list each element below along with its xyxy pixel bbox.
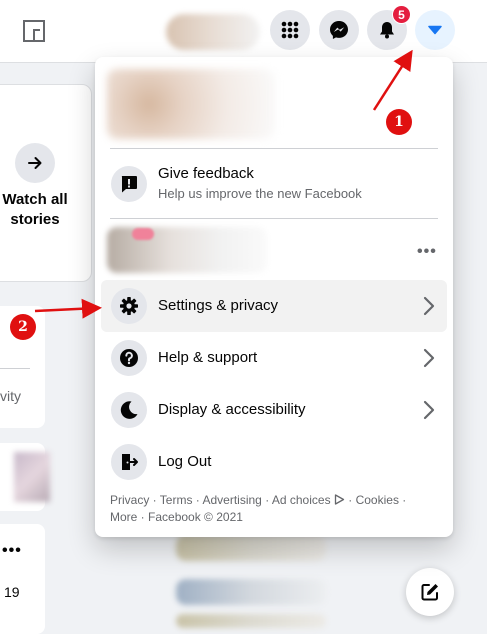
caret-down-icon <box>428 25 442 35</box>
display-accessibility-label: Display & accessibility <box>158 401 306 418</box>
settings-privacy-label: Settings & privacy <box>158 297 279 314</box>
contact-item-blurred[interactable] <box>176 535 326 561</box>
footer-link-terms[interactable]: Terms <box>160 493 193 507</box>
footer-link-ad-choices[interactable]: Ad choices <box>272 493 345 507</box>
compose-icon <box>421 584 438 601</box>
see-all-stories-button[interactable] <box>15 143 55 183</box>
footer-link-cookies[interactable]: Cookies <box>356 493 399 507</box>
give-feedback-subtitle: Help us improve the new Facebook <box>158 186 362 201</box>
account-options-icon[interactable]: ••• <box>417 243 437 261</box>
gear-icon-wrap <box>111 288 147 324</box>
menu-divider <box>110 148 438 149</box>
bell-icon <box>380 22 394 39</box>
contact-item-blurred[interactable] <box>176 614 326 628</box>
footer-copyright: Facebook © 2021 <box>148 510 243 524</box>
gear-icon <box>120 297 138 315</box>
footer-link-advertising[interactable]: Advertising <box>202 493 261 507</box>
profile-shortcut-blurred[interactable] <box>166 14 260 50</box>
footer-link-more[interactable]: More <box>110 510 137 524</box>
give-feedback-item[interactable] <box>101 154 447 216</box>
contact-item-blurred[interactable] <box>176 579 326 605</box>
chevron-right-icon <box>423 296 435 316</box>
log-out-label: Log Out <box>158 453 212 470</box>
footer-link-privacy[interactable]: Privacy <box>110 493 149 507</box>
account-dropdown-button[interactable] <box>415 10 455 50</box>
watch-all-stories-label[interactable]: Watch all stories <box>0 190 70 230</box>
log-out-item[interactable]: Log Out <box>101 436 447 488</box>
stories-card[interactable] <box>0 84 92 282</box>
top-navigation-bar: 5 <box>0 0 487 63</box>
activity-label-partial[interactable]: vity <box>0 388 21 404</box>
question-icon-wrap <box>111 340 147 376</box>
reaction-count: 19 <box>4 584 20 600</box>
annotation-step-1: 1 <box>386 109 412 135</box>
account-notification-badge-blurred <box>132 228 154 240</box>
ad-choices-icon <box>334 494 345 505</box>
post-card <box>0 524 45 634</box>
moon-icon-wrap <box>111 392 147 428</box>
card-divider <box>0 368 30 369</box>
profile-link-blurred[interactable] <box>107 69 275 139</box>
grid-menu-icon <box>281 21 299 39</box>
display-accessibility-item[interactable]: Display & accessibility <box>101 384 447 436</box>
chevron-right-icon <box>423 348 435 368</box>
feedback-icon-wrap <box>111 166 147 202</box>
chevron-right-icon <box>423 400 435 420</box>
menu-divider <box>110 218 438 219</box>
annotation-step-2: 2 <box>10 314 36 340</box>
help-support-item[interactable]: Help & support <box>101 332 447 384</box>
menu-grid-button[interactable] <box>270 10 310 50</box>
question-icon <box>120 349 138 367</box>
settings-privacy-item[interactable]: Settings & privacy <box>101 280 447 332</box>
give-feedback-title: Give feedback <box>158 165 254 182</box>
messenger-icon <box>330 21 348 39</box>
logout-icon <box>122 454 138 470</box>
feedback-icon <box>121 176 137 193</box>
facebook-square-icon[interactable] <box>22 19 46 43</box>
moon-icon <box>120 401 138 419</box>
logout-icon-wrap <box>111 444 147 480</box>
notification-count-badge: 5 <box>392 5 411 24</box>
menu-footer: Privacy · Terms · Advertising · Ad choic… <box>110 493 407 524</box>
arrow-right-icon <box>28 157 42 169</box>
new-message-button[interactable] <box>406 568 454 616</box>
post-options-icon[interactable]: ••• <box>2 542 22 560</box>
media-thumbnail-blurred[interactable] <box>14 452 50 502</box>
messenger-button[interactable] <box>319 10 359 50</box>
switch-account-blurred[interactable] <box>107 227 267 273</box>
help-support-label: Help & support <box>158 349 258 366</box>
